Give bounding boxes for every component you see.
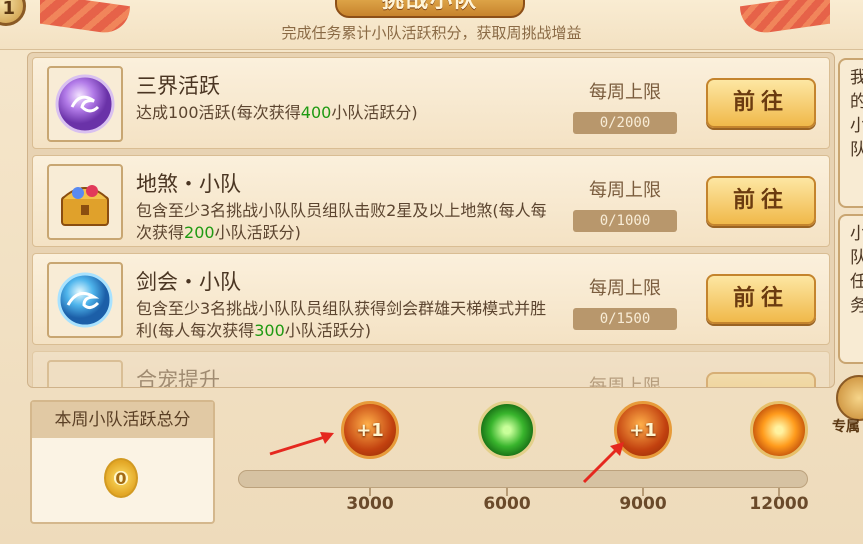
reward-orb-plus-icon[interactable]: +1 xyxy=(341,401,399,459)
purple-swirl-orb-icon xyxy=(55,74,115,134)
task-row-jianhui: 剑会・小队 包含至少3名挑战小队队员组队获得剑会群雄天梯模式并胜利(每人每次获得… xyxy=(32,253,830,345)
weekly-limit-label: 每周上限 xyxy=(589,82,661,103)
task-name: 地煞・小队 xyxy=(136,172,241,196)
weekly-limit-value: 0/1000 xyxy=(573,210,677,232)
exclusive-reward-label: 专属 xyxy=(832,419,860,435)
page-title: 挑战小队 xyxy=(335,0,525,18)
milestone-label: 3000 xyxy=(346,494,394,514)
task-row-disha: 地煞・小队 包含至少3名挑战小队队员组队击败2星及以上地煞(每人每次获得200小… xyxy=(32,155,830,247)
task-name: 三界活跃 xyxy=(136,74,220,98)
go-button[interactable]: 前往 xyxy=(706,176,816,226)
task-desc: 包含至少3名挑战小队队员组队击败2星及以上地煞(每人每次获得200小队活跃分) xyxy=(136,201,547,242)
weekly-limit-value: 0/2000 xyxy=(573,112,677,134)
task-desc: 达成100活跃(每次获得400小队活跃分) xyxy=(136,103,418,122)
reward-orb-orange-icon[interactable] xyxy=(750,401,808,459)
task-icon-frame xyxy=(47,360,123,387)
annotation-arrow-icon xyxy=(269,432,334,456)
task-icon-frame xyxy=(47,66,123,142)
reward-orb-green-icon[interactable] xyxy=(478,401,536,459)
weekly-limit-label: 每周上限 xyxy=(589,180,661,201)
task-name: 合宠提升 xyxy=(136,368,220,388)
task-icon-frame xyxy=(47,262,123,338)
task-row-hechong: 合宠提升 每周上限 xyxy=(32,351,830,388)
weekly-score-title: 本周小队活跃总分 xyxy=(32,402,213,438)
weekly-limit-value: 0/1500 xyxy=(573,308,677,330)
go-button[interactable]: 前往 xyxy=(706,274,816,324)
weekly-limit-label: 每周上限 xyxy=(589,376,661,388)
treasure-chest-icon xyxy=(61,185,109,226)
task-icon-frame xyxy=(47,164,123,240)
page-subtitle: 完成任务累计小队活跃积分，获取周挑战增益 xyxy=(281,24,582,42)
score-coin-icon: 0 xyxy=(104,458,138,498)
side-tab-team-tasks[interactable]: 小队任务 xyxy=(838,214,863,364)
page-title-text: 挑战小队 xyxy=(381,0,478,13)
task-list[interactable]: 三界活跃 达成100活跃(每次获得400小队活跃分) 每周上限 0/2000 前… xyxy=(27,52,835,388)
milestone-label: 6000 xyxy=(483,494,531,514)
go-button[interactable] xyxy=(706,372,816,387)
go-button[interactable]: 前往 xyxy=(706,78,816,128)
task-row-sanjie: 三界活跃 达成100活跃(每次获得400小队活跃分) 每周上限 0/2000 前… xyxy=(32,57,830,149)
milestone-label: 12000 xyxy=(749,494,809,514)
annotation-arrow-icon xyxy=(582,442,624,484)
side-tab-my-team[interactable]: 我的小队 xyxy=(838,58,863,208)
blue-swirl-orb-icon xyxy=(57,272,113,328)
weekly-score-value: 0 xyxy=(115,468,127,488)
milestone-label: 9000 xyxy=(619,494,667,514)
task-name: 剑会・小队 xyxy=(136,270,241,294)
score-progress-bar xyxy=(238,470,808,488)
task-desc: 包含至少3名挑战小队队员组队获得剑会群雄天梯模式并胜利(每人每次获得300小队活… xyxy=(136,299,547,340)
weekly-limit-label: 每周上限 xyxy=(589,278,661,299)
weekly-score-card: 本周小队活跃总分 0 xyxy=(30,400,215,524)
corner-badge-number: 1 xyxy=(2,0,15,19)
